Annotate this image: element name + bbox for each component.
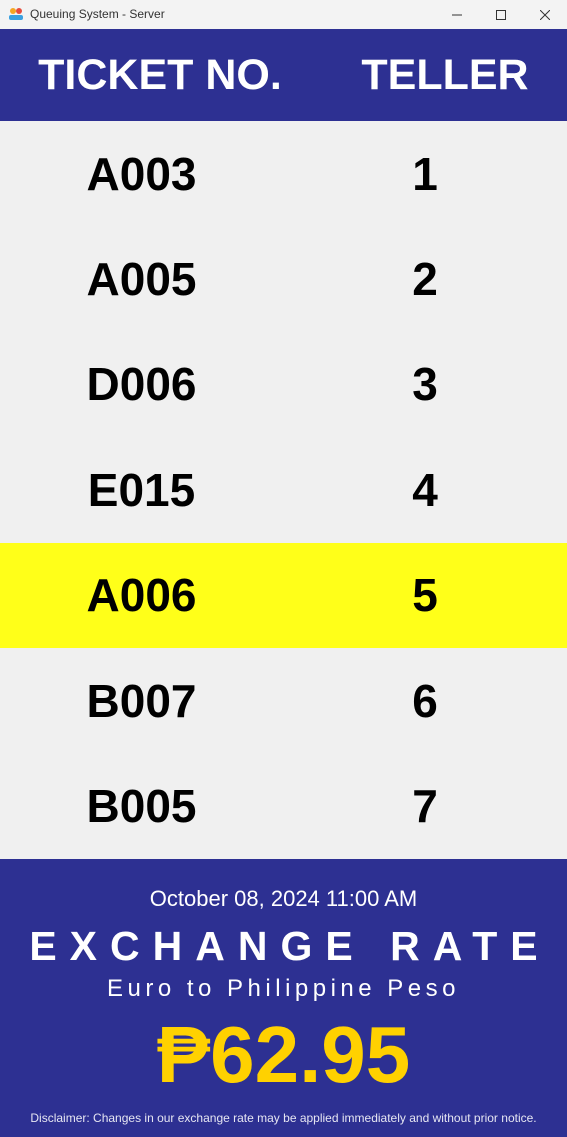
ticket-number: A003 [86, 147, 197, 200]
minimize-button[interactable] [434, 0, 480, 29]
ticket-number: B007 [86, 674, 197, 727]
ticket-number: A005 [86, 253, 197, 306]
teller-number: 5 [412, 569, 438, 622]
close-button[interactable] [522, 0, 567, 29]
window-title: Queuing System - Server [30, 7, 165, 21]
teller-number: 4 [412, 463, 438, 516]
ticket-column-header: TICKET NO. [38, 51, 282, 99]
ticket-number: B005 [86, 780, 197, 833]
maximize-button[interactable] [478, 0, 524, 29]
queue-app-icon [8, 7, 24, 21]
title-bar: Queuing System - Server [0, 0, 567, 29]
teller-number: 1 [412, 147, 438, 200]
teller-number: 2 [412, 253, 438, 306]
exchange-rate-title: EXCHANGE RATE [29, 923, 551, 969]
queue-row: B005 7 [0, 753, 567, 858]
ticket-number: A006 [86, 569, 197, 622]
teller-number: 6 [412, 674, 438, 727]
queue-row: A003 1 [0, 121, 567, 226]
queue-row: E015 4 [0, 437, 567, 542]
queue-row: B007 6 [0, 648, 567, 753]
queue-row: A005 2 [0, 226, 567, 331]
queue-row: D006 3 [0, 332, 567, 437]
queue-list: A003 1 A005 2 D006 3 E015 4 A006 5 B007 … [0, 121, 567, 859]
maximize-icon [496, 9, 506, 20]
disclaimer-text: Disclaimer: Changes in our exchange rate… [30, 1111, 537, 1125]
teller-number: 3 [412, 358, 438, 411]
ticket-number: D006 [86, 358, 197, 411]
close-icon [540, 9, 550, 20]
queue-header: TICKET NO. TELLER [0, 29, 567, 121]
currency-pair-label: Euro to Philippine Peso [107, 975, 460, 1002]
teller-column-header: TELLER [361, 51, 529, 99]
current-datetime: October 08, 2024 11:00 AM [149, 886, 418, 911]
exchange-rate-panel: October 08, 2024 11:00 AM EXCHANGE RATE … [0, 859, 567, 1137]
ticket-number: E015 [87, 463, 196, 516]
minimize-icon [452, 14, 462, 15]
teller-number: 7 [412, 780, 438, 833]
queue-row-now-serving: A006 5 [0, 542, 567, 648]
exchange-rate-value: ₱62.95 [156, 1010, 411, 1099]
